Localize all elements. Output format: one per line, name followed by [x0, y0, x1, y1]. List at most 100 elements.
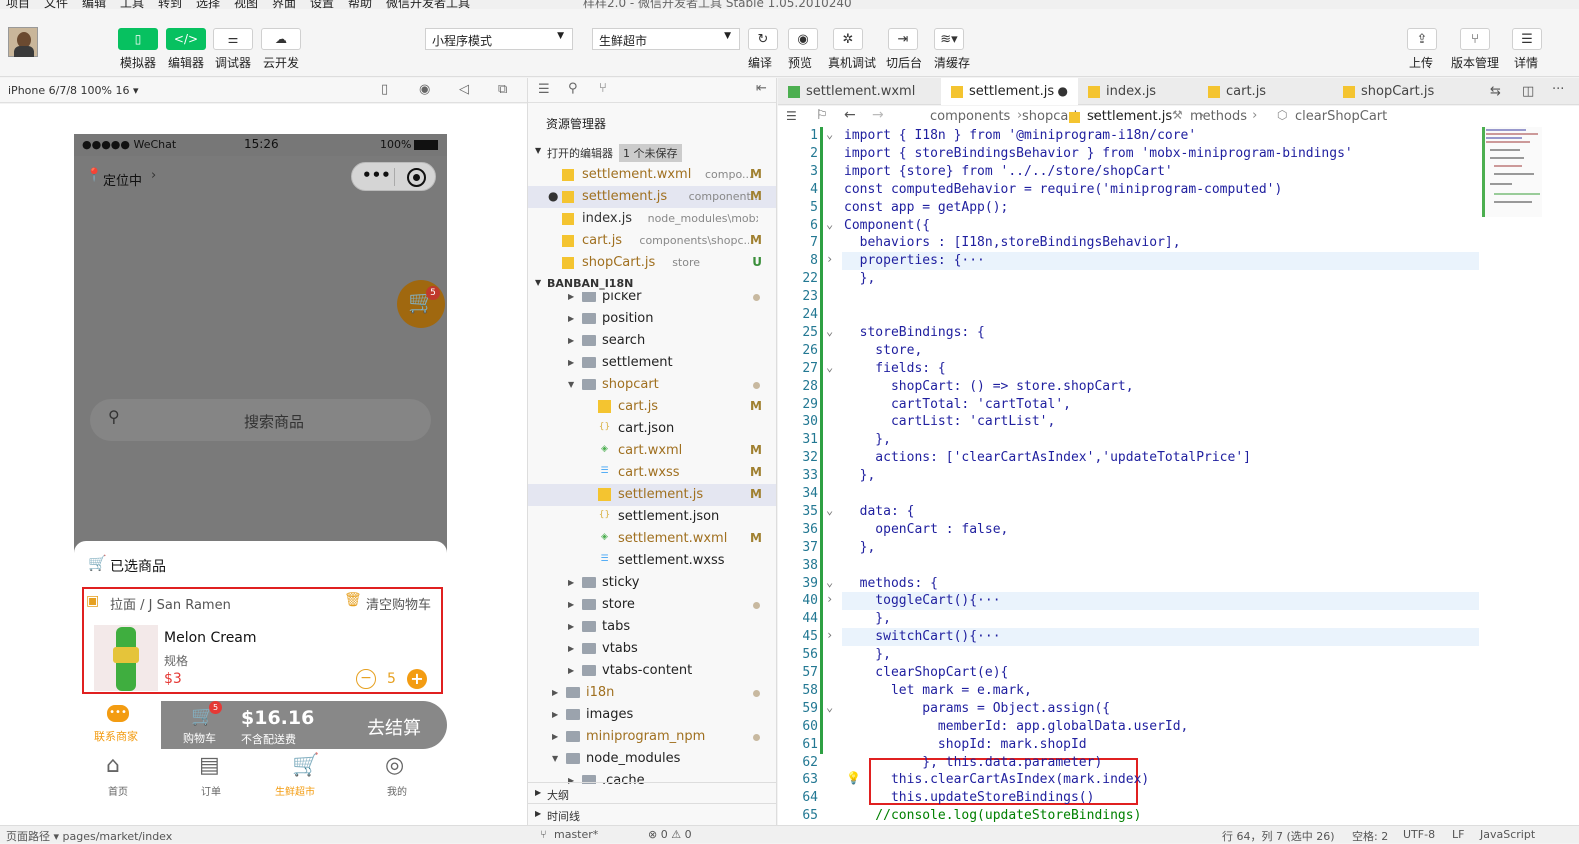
code-line[interactable]: actions: ['clearCartAsIndex','updateTota…: [844, 450, 1251, 465]
code-line[interactable]: properties: {···: [844, 253, 985, 268]
tree-item[interactable]: ◈ cart.wxml M: [528, 440, 776, 462]
code-line[interactable]: const app = getApp();: [844, 200, 1008, 215]
code-line[interactable]: behaviors : [I18n,storeBindingsBehavior]…: [844, 235, 1181, 250]
code-line[interactable]: memberId: app.globalData.userId,: [844, 719, 1188, 734]
git-icon[interactable]: ⑂: [599, 81, 607, 96]
layers-button[interactable]: ≋▾: [934, 28, 964, 50]
indent-setting[interactable]: 空格: 2: [1352, 828, 1388, 844]
code-line[interactable]: clearShopCart(e){: [844, 665, 1008, 680]
project-select[interactable]: 生鲜超市 ▼: [592, 28, 740, 50]
open-file-0[interactable]: settlement.wxml compo... M: [528, 164, 776, 186]
code-line[interactable]: switchCart(){···: [844, 629, 1000, 644]
timeline-section[interactable]: ▶ 时间线: [528, 803, 776, 824]
breadcrumb-item[interactable]: clearShopCart: [1295, 109, 1387, 124]
menu-item-8[interactable]: 设置: [310, 0, 334, 9]
problems-count[interactable]: ⊗ 0 ⚠ 0: [648, 828, 692, 841]
code-line[interactable]: let mark = e.mark,: [844, 683, 1032, 698]
code-line[interactable]: },: [844, 611, 891, 626]
outline-section[interactable]: ▶ 大纲: [528, 782, 776, 803]
menu-item-2[interactable]: 编辑: [82, 0, 106, 9]
files-icon[interactable]: ☰: [538, 82, 550, 97]
open-file-1[interactable]: ● settlement.js component... M: [528, 186, 776, 208]
code-line[interactable]: }, this.data.parameter): [844, 755, 1102, 770]
tree-item[interactable]: ▶ miniprogram_npm: [528, 726, 776, 748]
tree-item[interactable]: ▶ vtabs: [528, 638, 776, 660]
code-line[interactable]: params = Object.assign({: [844, 701, 1110, 716]
code-line[interactable]: openCart : false,: [844, 522, 1008, 537]
code-line[interactable]: //console.log(updateStoreBindings): [844, 808, 1141, 823]
search-icon[interactable]: ⚲: [568, 81, 578, 96]
tree-item[interactable]: ▶ tabs: [528, 616, 776, 638]
code-line[interactable]: toggleCart(){···: [844, 593, 1000, 608]
chevron-down-icon[interactable]: ⌄: [826, 127, 833, 141]
tree-item[interactable]: ▶ i18n: [528, 682, 776, 704]
back-icon[interactable]: ←: [844, 107, 856, 123]
tree-item[interactable]: ▼ shopcart: [528, 374, 776, 396]
chevron-down-icon[interactable]: ⌄: [826, 324, 833, 338]
tab-1[interactable]: ▤ 订单: [187, 751, 237, 798]
switch-button[interactable]: ⇥: [888, 28, 918, 50]
open-file-4[interactable]: shopCart.js store U: [528, 252, 776, 274]
eye-button[interactable]: ◉: [788, 28, 818, 50]
tab-shopCart-js[interactable]: shopCart.js: [1333, 78, 1483, 105]
code-line[interactable]: const computedBehavior = require('minipr…: [844, 182, 1282, 197]
menu-item-4[interactable]: 转到: [158, 0, 182, 9]
sound-icon[interactable]: ◁: [459, 82, 469, 97]
debug-button[interactable]: ⚌: [213, 28, 253, 50]
menu-item-9[interactable]: 帮助: [348, 0, 372, 9]
menu-item-0[interactable]: 项目: [6, 0, 30, 9]
tree-item[interactable]: {} settlement.json: [528, 506, 776, 528]
menu-item-1[interactable]: 文件: [44, 0, 68, 9]
code-line[interactable]: cartTotal: 'cartTotal',: [844, 397, 1071, 412]
chevron-right-icon[interactable]: ›: [826, 252, 833, 266]
tree-item[interactable]: ▶ position: [528, 308, 776, 330]
tree-item[interactable]: ▶ sticky: [528, 572, 776, 594]
tree-item[interactable]: ▶ store: [528, 594, 776, 616]
code-line[interactable]: import { storeBindingsBehavior } from 'm…: [844, 146, 1353, 161]
location-text[interactable]: 定位中: [103, 170, 142, 189]
split-editor-icon[interactable]: ◫: [1522, 84, 1534, 99]
bug-button[interactable]: ✲: [833, 28, 863, 50]
more-icon[interactable]: •••: [362, 166, 391, 184]
code-line[interactable]: store,: [844, 343, 922, 358]
menu-item-10[interactable]: 微信开发者工具: [386, 0, 470, 9]
breadcrumb-item[interactable]: methods: [1190, 109, 1247, 124]
git-branch[interactable]: master*: [554, 828, 598, 841]
code-editor[interactable]: 💡 1 import { I18n } from '@miniprogram-i1…: [778, 127, 1579, 825]
tree-item[interactable]: ▶ picker: [528, 292, 776, 308]
cloud-button[interactable]: ☁: [261, 28, 301, 50]
breadcrumb-item[interactable]: settlement.js: [1087, 109, 1172, 124]
mode-select[interactable]: 小程序模式 ▼: [425, 28, 573, 50]
device-select[interactable]: iPhone 6/7/8 100% 16 ▾: [8, 84, 139, 97]
page-path[interactable]: 页面路径 ▾ pages/market/index: [6, 828, 172, 844]
tree-item[interactable]: ◈ settlement.wxml M: [528, 528, 776, 550]
tree-item[interactable]: cart.js M: [528, 396, 776, 418]
chevron-down-icon[interactable]: ⌄: [826, 217, 833, 231]
phone-icon[interactable]: ▯: [381, 82, 388, 97]
minimap[interactable]: [1482, 127, 1542, 217]
compare-icon[interactable]: ⇆: [1490, 84, 1501, 99]
search-bar[interactable]: ⚲ 搜索商品: [90, 399, 431, 441]
tab-settlement-js[interactable]: settlement.js ●: [941, 78, 1078, 105]
bookmark-icon[interactable]: ⚐: [816, 108, 828, 123]
floating-cart-button[interactable]: 🛒 5: [397, 280, 445, 328]
code-line[interactable]: },: [844, 271, 876, 286]
menu-button[interactable]: ☰: [1512, 28, 1542, 50]
tab-cart-js[interactable]: cart.js: [1198, 78, 1333, 105]
contact-merchant-button[interactable]: ••• 联系商家: [74, 701, 161, 749]
tree-item[interactable]: settlement.js M: [528, 484, 776, 506]
tab-settlement-wxml[interactable]: settlement.wxml: [778, 78, 941, 105]
tab-2[interactable]: 🛒 生鲜超市: [275, 751, 330, 798]
code-line[interactable]: import {store} from '../../store/shopCar…: [844, 164, 1173, 179]
tree-item[interactable]: ▼ node_modules: [528, 748, 776, 770]
chevron-down-icon[interactable]: ⌄: [826, 360, 833, 374]
menu-item-6[interactable]: 视图: [234, 0, 258, 9]
code-line[interactable]: data: {: [844, 504, 915, 519]
encoding[interactable]: UTF-8: [1403, 828, 1435, 841]
upload-button[interactable]: ⇪: [1407, 28, 1437, 50]
code-line[interactable]: Component({: [844, 218, 930, 233]
forward-icon[interactable]: →: [872, 107, 884, 123]
tab-index-js[interactable]: index.js: [1078, 78, 1198, 105]
code-line[interactable]: cartList: 'cartList',: [844, 414, 1055, 429]
tree-item[interactable]: ▶ images: [528, 704, 776, 726]
